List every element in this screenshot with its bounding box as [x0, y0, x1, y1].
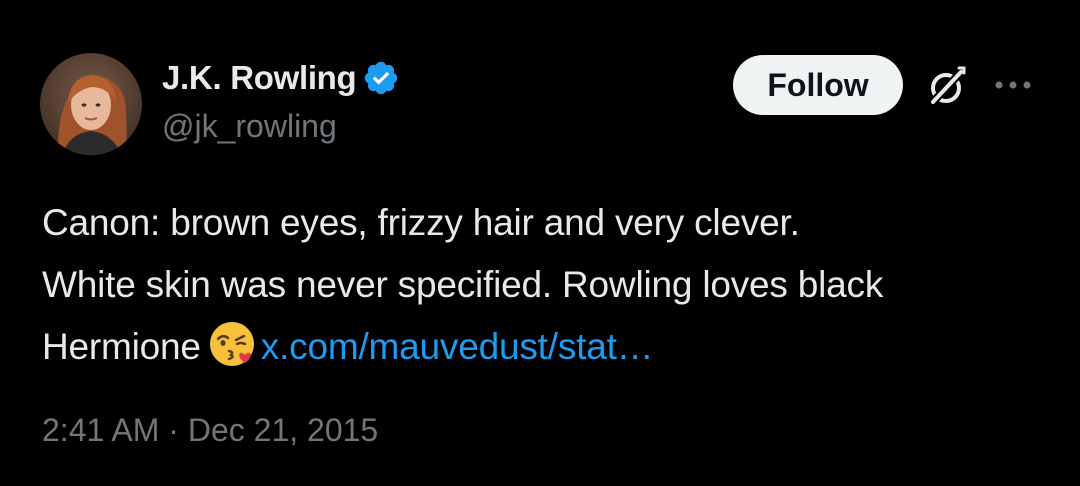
author-name-row: J.K. Rowling [162, 56, 400, 100]
avatar[interactable] [40, 53, 142, 155]
more-icon[interactable] [990, 72, 1036, 98]
tweet-card: J.K. Rowling @jk_rowling Follow Canon: b… [0, 0, 1080, 486]
author-handle[interactable]: @jk_rowling [162, 108, 337, 145]
timestamp-separator: · [168, 412, 179, 448]
kiss-face-emoji-icon [207, 319, 257, 369]
follow-button[interactable]: Follow [733, 55, 903, 115]
grok-icon[interactable] [922, 62, 972, 112]
author-name[interactable]: J.K. Rowling [162, 59, 357, 97]
tweet-line-3-text: Hermione [42, 326, 201, 367]
tweet-line-2: White skin was never specified. Rowling … [42, 264, 884, 305]
tweet-line-1: Canon: brown eyes, frizzy hair and very … [42, 202, 800, 243]
tweet-date: Dec 21, 2015 [187, 412, 379, 448]
tweet-time: 2:41 AM [42, 412, 160, 448]
tweet-link[interactable]: x.com/mauvedust/stat… [261, 326, 654, 367]
verified-badge-icon [362, 59, 400, 97]
timestamp[interactable]: 2:41 AM · Dec 21, 2015 [42, 412, 378, 449]
tweet-text: Canon: brown eyes, frizzy hair and very … [42, 192, 1052, 378]
tweet-line-3: Hermione x.com/mauvedust/stat… [42, 316, 1052, 378]
